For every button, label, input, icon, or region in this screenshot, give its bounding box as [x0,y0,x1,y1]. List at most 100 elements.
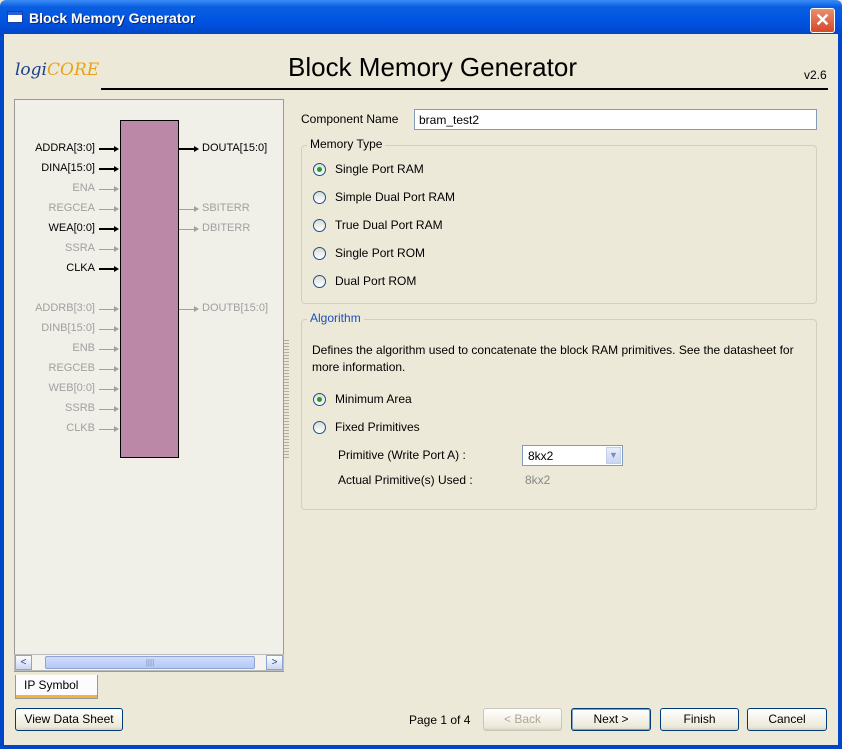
radio-option-label[interactable]: Simple Dual Port RAM [335,190,455,204]
finish-button[interactable]: Finish [660,708,739,731]
pin-line [179,148,195,150]
radio-button-icon[interactable] [313,247,326,260]
radio-option-label[interactable]: Minimum Area [335,392,412,406]
pin-label-left: ADDRA[3:0] [35,142,95,154]
next-button[interactable]: Next > [571,708,651,731]
pin-arrow-icon [194,206,199,212]
pin-line [99,429,115,430]
pin-line [179,209,195,210]
pin-label-left: SSRA [65,242,95,254]
pin-line [99,349,115,350]
radio-button-icon[interactable] [313,219,326,232]
radio-button-icon[interactable] [313,163,326,176]
pin-arrow-icon [114,366,119,372]
component-name-input[interactable] [414,109,817,130]
back-button[interactable]: < Back [483,708,562,731]
radio-option-label[interactable]: Dual Port ROM [335,274,416,288]
pin-line [99,268,115,270]
primitive-select[interactable]: 8kx2 ▼ [522,445,623,466]
scroll-right-button[interactable]: > [266,655,283,670]
pin-arrow-icon [194,226,199,232]
scroll-thumb[interactable]: |||| [45,656,255,669]
radio-option-label[interactable]: Single Port ROM [335,246,425,260]
chevron-down-icon[interactable]: ▼ [606,447,621,464]
pin-label-right: DBITERR [202,222,251,234]
pin-arrow-icon [194,146,199,152]
view-data-sheet-button[interactable]: View Data Sheet [15,708,123,731]
radio-button-icon[interactable] [313,393,326,406]
panel-splitter[interactable] [284,340,289,458]
algorithm-label: Algorithm [307,311,364,325]
pin-label-left: ADDRB[3:0] [35,302,95,314]
pin-line [99,389,115,390]
ip-symbol-panel: ADDRA[3:0] DINA[15:0] ENA REGCEA WEA[0:0] SSR… [14,99,284,672]
pin-line [99,168,115,170]
pin-line [99,209,115,210]
pin-arrow-icon [114,406,119,412]
logicore-logo: logiCORE [15,60,100,80]
radio-button-icon[interactable] [313,421,326,434]
cancel-button[interactable]: Cancel [747,708,827,731]
pin-arrow-icon [114,186,119,192]
radio-option-label[interactable]: Fixed Primitives [335,420,420,434]
pin-label-left: ENA [72,182,95,194]
memory-type-label: Memory Type [307,137,386,151]
radio-button-icon[interactable] [313,191,326,204]
pin-arrow-icon [114,426,119,432]
version-label: v2.6 [804,68,827,82]
header-divider [101,88,828,90]
pin-arrow-icon [114,306,119,312]
pin-arrow-icon [114,166,119,172]
tab-label: IP Symbol [24,678,79,692]
window-frame-left [0,34,4,749]
scroll-left-button[interactable]: < [15,655,32,670]
pin-label-left: REGCEB [48,362,95,374]
pin-arrow-icon [194,306,199,312]
page-indicator: Page 1 of 4 [409,713,471,727]
pin-label-left: CLKA [66,262,95,274]
radio-button-icon[interactable] [313,275,326,288]
pin-line [99,148,115,150]
window-frame-bottom [0,745,842,749]
radio-option-label[interactable]: True Dual Port RAM [335,218,443,232]
primitive-label: Primitive (Write Port A) : [338,448,466,462]
window-title: Block Memory Generator [29,10,196,26]
actual-primitive-value: 8kx2 [525,473,551,487]
window-frame-right [838,34,842,749]
pin-line [179,229,195,230]
page-title: Block Memory Generator [288,52,577,82]
pin-arrow-icon [114,146,119,152]
pin-label-left: DINB[15:0] [41,322,95,334]
pin-line [99,409,115,410]
pin-arrow-icon [114,246,119,252]
pin-label-left: WEA[0:0] [48,222,95,234]
pin-arrow-icon [114,206,119,212]
pin-line [99,329,115,330]
pin-arrow-icon [114,226,119,232]
pin-label-right: DOUTA[15:0] [202,142,268,154]
radio-option-label[interactable]: Single Port RAM [335,162,424,176]
primitive-selected-value: 8kx2 [528,449,554,463]
window-icon [7,11,23,23]
pin-arrow-icon [114,346,119,352]
component-name-label: Component Name [301,112,399,126]
pin-line [99,369,115,370]
pin-label-left: DINA[15:0] [41,162,95,174]
algorithm-description: Defines the algorithm used to concatenat… [312,343,794,374]
pin-label-left: WEB[0:0] [48,382,95,394]
pin-arrow-icon [114,266,119,272]
pin-line [99,249,115,250]
pin-label-left: REGCEA [48,202,95,214]
pin-line [99,228,115,230]
actual-primitive-label: Actual Primitive(s) Used : [338,473,473,487]
close-button[interactable]: ✕ [810,8,835,33]
pin-label-right: SBITERR [202,202,250,214]
symbol-horizontal-scrollbar[interactable]: < |||| > [14,654,284,671]
pin-arrow-icon [114,326,119,332]
tab-ip-symbol[interactable]: IP Symbol [15,675,98,699]
pin-line [99,309,115,310]
pin-line [99,189,115,190]
pin-label-left: SSRB [65,402,95,414]
pin-line [179,309,195,310]
pin-label-right: DOUTB[15:0] [202,302,269,314]
